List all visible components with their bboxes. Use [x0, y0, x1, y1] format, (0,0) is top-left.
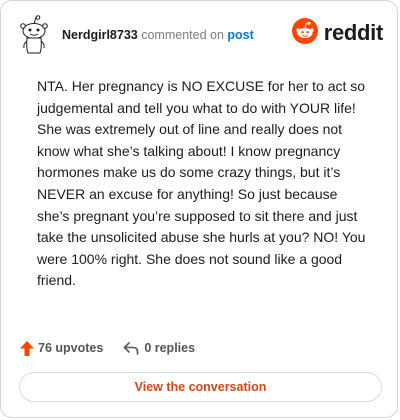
replies-button[interactable]: 0 replies — [123, 341, 195, 355]
action-text: commented on — [141, 28, 224, 42]
comment-actions: 76 upvotes 0 replies — [19, 337, 195, 359]
reddit-wordmark: reddit — [323, 20, 384, 45]
upvote-arrow-icon — [19, 340, 35, 357]
snoo-avatar-icon[interactable] — [15, 15, 53, 55]
reply-arrow-icon — [123, 341, 139, 355]
comment-body: NTA. Her pregnancy is NO EXCUSE for her … — [37, 78, 366, 289]
view-conversation-button[interactable]: View the conversation — [19, 372, 382, 402]
comment-card: Nerdgirl8733 commented on post reddit NT… — [0, 0, 398, 418]
post-link[interactable]: post — [227, 28, 253, 42]
reddit-brand[interactable]: reddit — [291, 17, 384, 49]
reddit-logo-icon — [291, 17, 318, 49]
upvotes-button[interactable]: 76 upvotes — [19, 340, 103, 357]
username-link[interactable]: Nerdgirl8733 — [62, 28, 138, 42]
replies-count: 0 replies — [144, 341, 196, 355]
comment-byline: Nerdgirl8733 commented on post — [62, 27, 254, 43]
upvotes-count: 76 upvotes — [38, 341, 104, 355]
comment-header: Nerdgirl8733 commented on post reddit — [15, 15, 383, 55]
